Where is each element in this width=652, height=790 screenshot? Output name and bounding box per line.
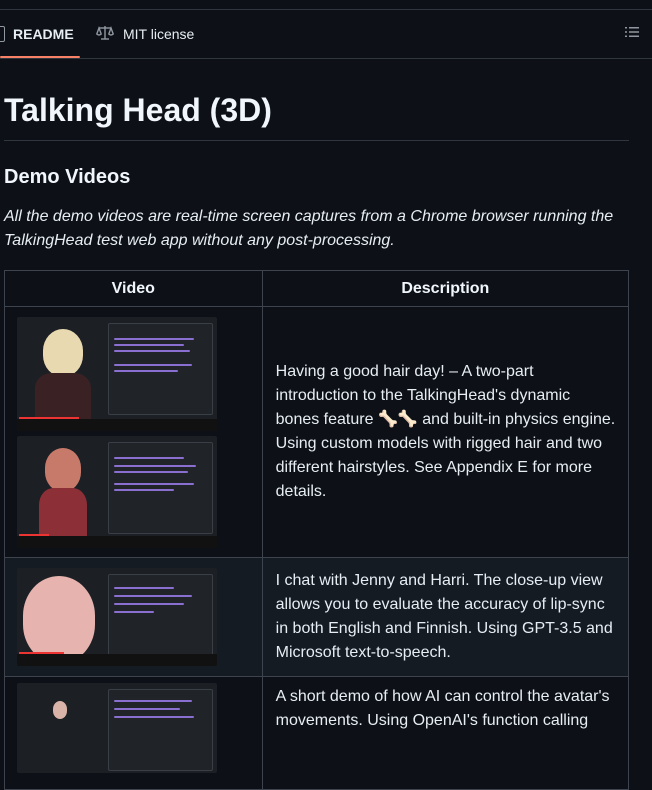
column-header-video: Video: [4, 270, 263, 307]
tab-license[interactable]: MIT license: [95, 10, 195, 58]
chat-panel: [108, 574, 213, 662]
intro-paragraph: All the demo videos are real-time screen…: [4, 208, 614, 249]
video-thumbnail-chat-jenny-harri[interactable]: [17, 568, 217, 666]
table-row: A short demo of how AI can control the a…: [4, 676, 630, 790]
avatar-blonde-image: [43, 328, 83, 377]
video-thumbnail-hair-day-2[interactable]: [17, 435, 217, 548]
avatar-image: [53, 701, 67, 719]
video-cell: [4, 306, 263, 558]
tab-readme-label: README: [13, 26, 74, 42]
section-heading-demo-videos: Demo Videos: [4, 166, 131, 188]
tab-readme[interactable]: README: [0, 10, 82, 58]
list-unordered-icon: [625, 27, 639, 37]
video-cell: [4, 676, 263, 790]
readme-title: Talking Head (3D): [4, 92, 272, 128]
law-scale-icon: [95, 25, 115, 44]
description-cell: I chat with Jenny and Harri. The close-u…: [261, 557, 630, 677]
column-header-description: Description: [261, 270, 630, 307]
video-thumbnail-hair-day-1[interactable]: [17, 316, 217, 431]
avatar-redhead-image: [45, 447, 81, 492]
avatar-jenny-image: [23, 576, 95, 664]
title-divider: [4, 140, 629, 141]
table-row: Having a good hair day! – A two-part int…: [4, 306, 630, 558]
readme-tab-bar: README MIT license: [0, 10, 652, 59]
video-cell: [4, 557, 263, 677]
video-thumbnail-ai-movement[interactable]: [17, 683, 217, 773]
demo-videos-table: Video Description Having a good hair day…: [4, 270, 630, 790]
video-controls: [17, 654, 217, 666]
active-tab-underline: [0, 56, 80, 58]
video-controls: [17, 418, 217, 431]
tab-license-label: MIT license: [123, 26, 195, 42]
table-row: I chat with Jenny and Harri. The close-u…: [4, 557, 630, 677]
outline-button[interactable]: [624, 24, 644, 44]
chat-panel: [108, 322, 213, 415]
chat-panel: [108, 689, 213, 771]
avatar-body-image: [35, 372, 91, 423]
description-cell: Having a good hair day! – A two-part int…: [261, 306, 630, 558]
video-controls: [17, 535, 217, 548]
chat-panel: [108, 441, 213, 534]
description-cell: A short demo of how AI can control the a…: [261, 676, 630, 790]
book-icon: [0, 26, 5, 42]
table-header-row: Video Description: [4, 270, 630, 307]
